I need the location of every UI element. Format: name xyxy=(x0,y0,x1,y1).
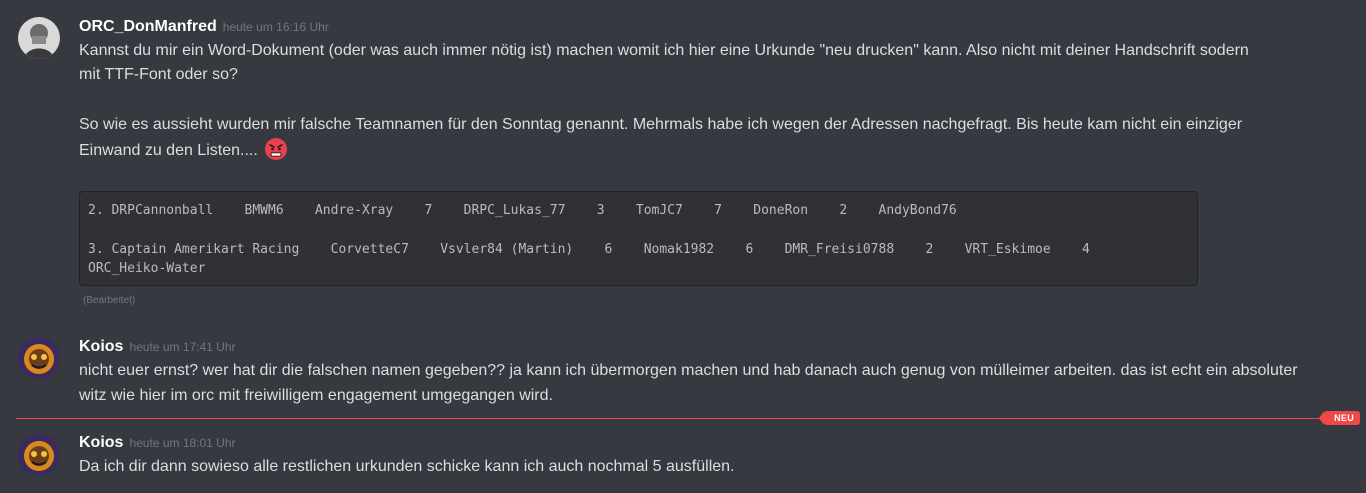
username[interactable]: ORC_DonManfred xyxy=(79,18,217,35)
timestamp: heute um 17:41 Uhr xyxy=(129,340,236,354)
avatar-image xyxy=(18,337,60,379)
new-messages-badge: NEU xyxy=(1319,411,1360,425)
new-messages-divider xyxy=(16,418,1326,419)
message-line: Einwand zu den Listen.... xyxy=(79,142,258,159)
avatar-orc-donmanfred[interactable] xyxy=(18,17,60,59)
message-header: ORC_DonManfred heute um 16:16 Uhr xyxy=(79,18,329,36)
code-block: 2. DRPCannonball BMWM6 Andre-Xray 7 DRPC… xyxy=(79,191,1198,286)
timestamp: heute um 18:01 Uhr xyxy=(129,436,236,450)
message-line: Da ich dir dann sowieso alle restlichen … xyxy=(79,458,735,475)
avatar-image xyxy=(18,434,60,476)
avatar-image xyxy=(18,17,60,59)
edited-label: (Bearbeitet) xyxy=(83,295,136,306)
code-line: 3. Captain Amerikart Racing CorvetteC7 V… xyxy=(88,242,1090,257)
message-line: So wie es aussieht wurden mir falsche Te… xyxy=(79,116,1243,133)
username[interactable]: Koios xyxy=(79,338,123,355)
avatar-koios[interactable] xyxy=(18,337,60,379)
message-header: Koios heute um 17:41 Uhr xyxy=(79,338,236,356)
message-line: nicht euer ernst? wer hat dir die falsch… xyxy=(79,362,1298,379)
code-line: ORC_Heiko-Water xyxy=(88,261,206,276)
message-line: mit TTF-Font oder so? xyxy=(79,66,238,83)
message-line: witz wie hier im orc mit freiwilligem en… xyxy=(79,387,553,404)
angry-face-icon xyxy=(265,138,288,160)
code-line: 2. DRPCannonball BMWM6 Andre-Xray 7 DRPC… xyxy=(88,203,957,218)
timestamp: heute um 16:16 Uhr xyxy=(222,20,329,34)
username[interactable]: Koios xyxy=(79,434,123,451)
message-line-with-emoji: Einwand zu den Listen.... xyxy=(79,137,288,163)
angry-face-emoji[interactable] xyxy=(264,137,288,161)
message-header: Koios heute um 18:01 Uhr xyxy=(79,434,236,452)
chat-messages: ORC_DonManfred heute um 16:16 Uhr Kannst … xyxy=(0,0,1366,493)
message-line: Kannst du mir ein Word-Dokument (oder wa… xyxy=(79,42,1249,59)
avatar-koios[interactable] xyxy=(18,434,60,476)
